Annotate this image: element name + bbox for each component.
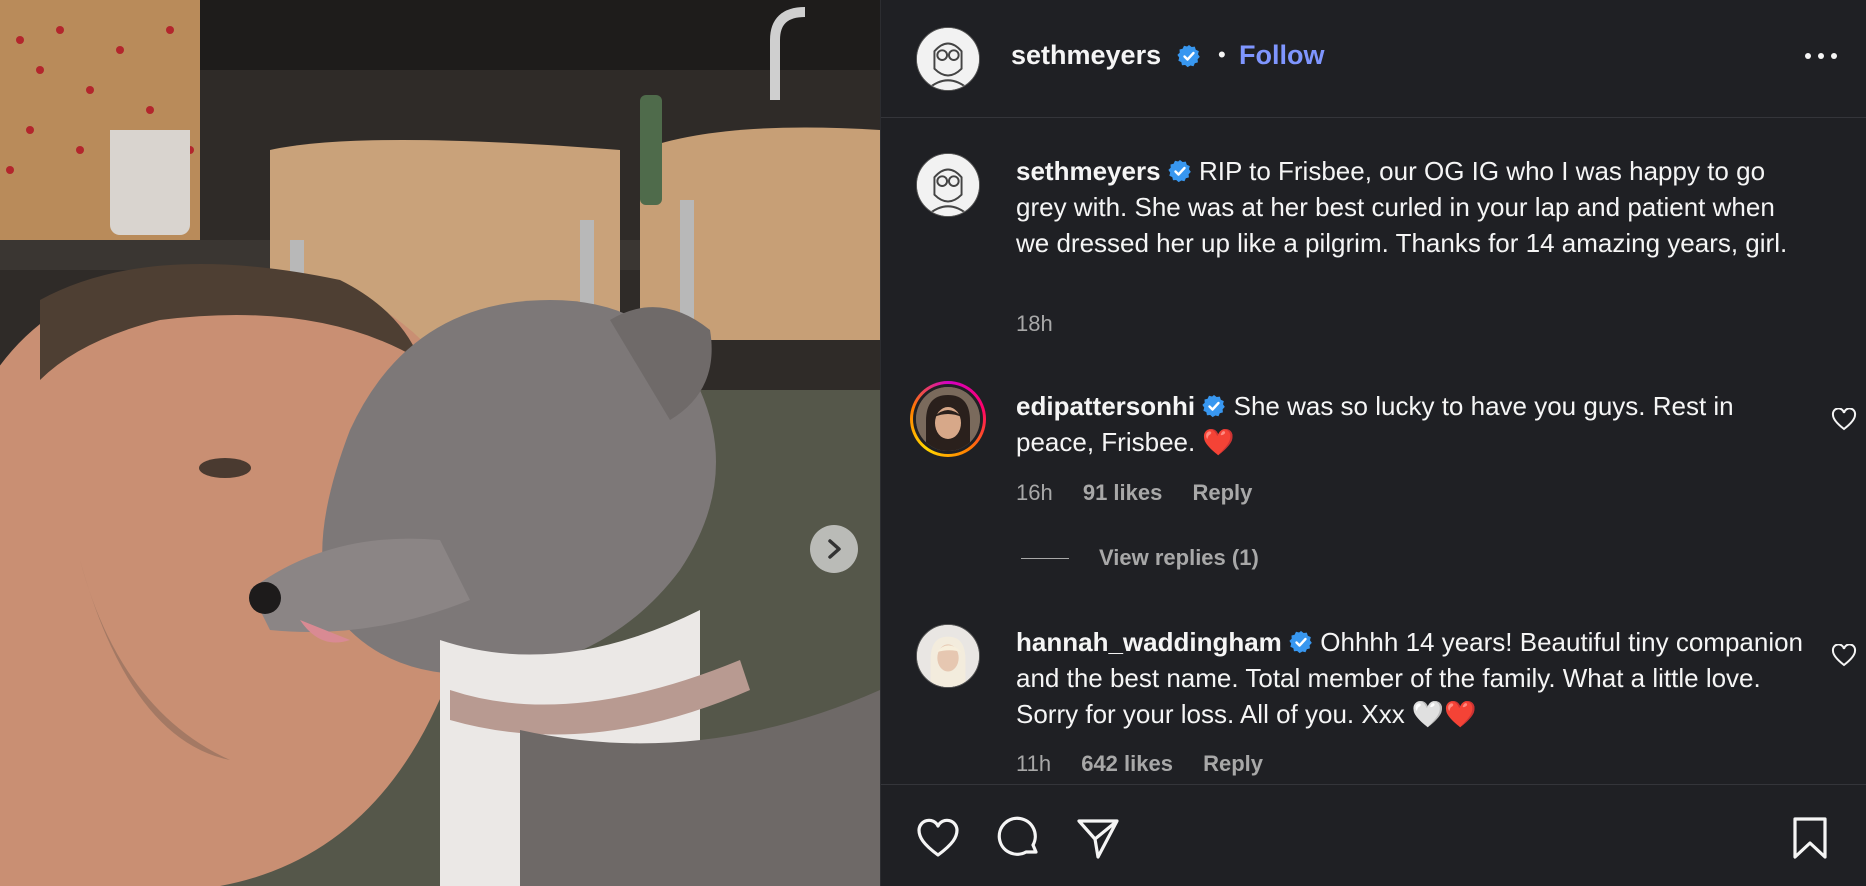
replies-divider: [1021, 557, 1069, 559]
caption-body: sethmeyers RIP to Frisbee, our OG IG who…: [1016, 153, 1806, 261]
next-image-button[interactable]: [810, 525, 858, 573]
comment-meta: 16h 91 likes Reply: [1016, 480, 1276, 506]
chevron-right-icon: [828, 539, 841, 559]
comment-meta: 11h 642 likes Reply: [1016, 751, 1287, 777]
reply-button[interactable]: Reply: [1192, 480, 1252, 505]
heart-icon[interactable]: [1831, 644, 1857, 668]
view-replies-label: View replies (1): [1099, 545, 1259, 570]
action-bar: [881, 784, 1866, 886]
post-side-panel: sethmeyers • Follow sethmeyers RIP to Fr…: [880, 0, 1866, 886]
verified-icon: [1168, 160, 1191, 183]
story-ring[interactable]: [910, 381, 986, 457]
comments-section[interactable]: sethmeyers RIP to Frisbee, our OG IG who…: [881, 119, 1866, 783]
verified-icon: [1289, 631, 1312, 654]
caption-time: 18h: [1016, 311, 1053, 336]
more-icon[interactable]: [1801, 44, 1841, 68]
verified-icon: [1202, 395, 1226, 418]
header-separator: •: [1218, 42, 1226, 67]
caption-meta: 18h: [1016, 311, 1077, 337]
follow-button[interactable]: Follow: [1239, 40, 1324, 71]
comment-body: hannah_waddingham Ohhhh 14 years! Beauti…: [1016, 624, 1806, 732]
instagram-post-view: sethmeyers • Follow sethmeyers RIP to Fr…: [0, 0, 1866, 886]
author-avatar[interactable]: [916, 27, 980, 91]
avatar-illustration: [917, 154, 979, 216]
bookmark-icon[interactable]: [1787, 815, 1833, 861]
comment-likes[interactable]: 91 likes: [1083, 480, 1163, 505]
comment-icon[interactable]: [996, 815, 1042, 861]
comment-likes[interactable]: 642 likes: [1081, 751, 1173, 776]
caption-username[interactable]: sethmeyers: [1016, 156, 1161, 186]
comment-username[interactable]: hannah_waddingham: [1016, 627, 1282, 657]
heart-icon[interactable]: [1831, 408, 1857, 432]
comment-time: 16h: [1016, 480, 1053, 505]
view-replies-button[interactable]: View replies (1): [1021, 545, 1259, 571]
caption-avatar[interactable]: [916, 153, 980, 217]
comment-username[interactable]: edipattersonhi: [1016, 391, 1195, 421]
author-username[interactable]: sethmeyers: [1011, 40, 1161, 71]
reply-button[interactable]: Reply: [1203, 751, 1263, 776]
verified-icon: [1177, 44, 1201, 70]
commenter-avatar: [916, 387, 980, 451]
post-header: sethmeyers • Follow: [881, 0, 1866, 118]
comment-body: edipattersonhi She was so lucky to have …: [1016, 388, 1806, 460]
comment-time: 11h: [1016, 751, 1052, 776]
avatar-photo: [917, 625, 979, 687]
post-media[interactable]: [0, 0, 880, 886]
heart-icon[interactable]: [915, 815, 961, 861]
commenter-avatar[interactable]: [916, 624, 980, 688]
post-photo: [0, 0, 880, 886]
share-icon[interactable]: [1075, 815, 1121, 861]
avatar-illustration: [917, 28, 979, 90]
